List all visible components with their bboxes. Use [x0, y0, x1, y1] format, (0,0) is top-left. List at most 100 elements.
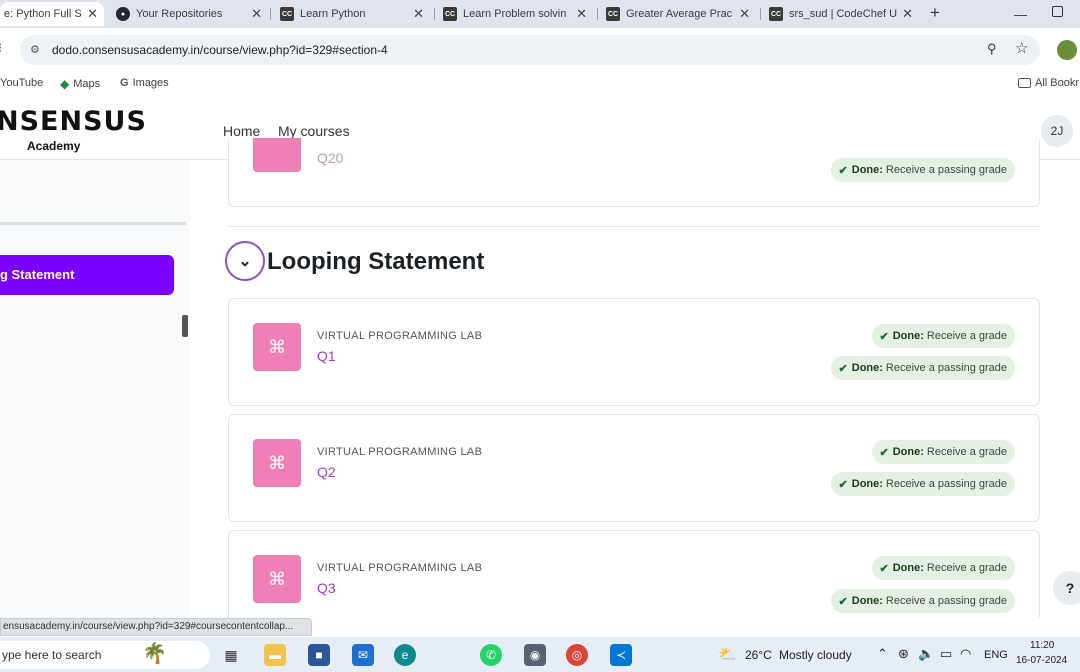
language-indicator[interactable]: ENG [984, 649, 1008, 661]
profile-avatar-icon[interactable] [1057, 40, 1077, 60]
section-title[interactable]: Looping Statement [267, 248, 484, 276]
palm-tree-icon: 🌴 [142, 643, 167, 665]
site-info-icon[interactable]: ⚙ [30, 43, 40, 56]
completion-badge: ✔ Done: Receive a passing grade [830, 158, 1015, 182]
badge-text: Receive a grade [926, 562, 1007, 574]
close-icon[interactable]: ✕ [413, 6, 424, 22]
section-collapse-button[interactable]: ⌄ [225, 241, 265, 281]
tab-your-repositories[interactable]: ● Your Repositories ✕ [116, 2, 268, 26]
bookmark-youtube[interactable]: YouTube [0, 77, 43, 89]
checkmark-icon: ✔ [879, 446, 889, 459]
badge-text: Receive a passing grade [885, 595, 1007, 607]
edge-icon[interactable]: e [394, 644, 416, 666]
tab-separator [434, 8, 435, 20]
checkmark-icon: ✔ [838, 362, 848, 375]
close-icon[interactable]: ✕ [576, 6, 587, 22]
chevron-up-icon[interactable]: ⌃ [877, 646, 888, 662]
camera-icon[interactable]: ◉ [524, 644, 546, 666]
activity-name[interactable]: Q3 [317, 580, 336, 596]
file-explorer-icon[interactable]: ▬ [264, 644, 286, 666]
tab-separator [270, 8, 271, 20]
badge-text: Receive a passing grade [885, 478, 1007, 490]
close-icon[interactable]: ✕ [739, 6, 750, 22]
site-logo[interactable]: NSENSUS [0, 106, 147, 137]
section-divider [228, 226, 1040, 227]
completion-badge: ✔ Done: Receive a grade [871, 556, 1015, 580]
reload-icon[interactable]: ⁝ [0, 40, 2, 56]
network-icon[interactable]: ⊛ [898, 646, 909, 662]
taskbar-search-input[interactable]: ype here to search [0, 641, 210, 669]
store-icon[interactable]: ■ [308, 644, 330, 666]
user-avatar[interactable]: 2J [1041, 115, 1073, 147]
all-bookmarks[interactable]: All Bookr [1018, 77, 1079, 89]
mail-icon[interactable]: ✉ [352, 644, 374, 666]
drawer-item-looping-statement[interactable]: g Statement [0, 255, 174, 295]
task-view-icon[interactable]: ▦ [220, 644, 242, 666]
close-icon[interactable]: ✕ [87, 6, 98, 22]
tab-codechef-srs-sud[interactable]: CC srs_sud | CodeChef U ✕ [769, 2, 919, 26]
bookmark-label: Maps [73, 78, 101, 90]
folder-icon [1018, 78, 1031, 88]
clock-time[interactable]: 11:20 [1030, 640, 1054, 651]
vpl-icon[interactable]: ⌘ [253, 439, 301, 487]
vscode-icon[interactable]: ≺ [610, 644, 632, 666]
tab-separator [597, 8, 598, 20]
weather-description[interactable]: Mostly cloudy [779, 648, 852, 662]
activity-type: VIRTUAL PROGRAMMING LAB [317, 446, 483, 458]
battery-icon[interactable]: ▭ [940, 646, 952, 662]
tab-learn-problem-solving[interactable]: CC Learn Problem solvin ✕ [443, 2, 593, 26]
activity-icon[interactable] [253, 138, 301, 172]
restore-window-icon[interactable] [1052, 6, 1063, 17]
badge-done-label: Done: [892, 330, 924, 342]
volume-icon[interactable]: 🔈 [918, 646, 934, 662]
badge-text: Receive a grade [926, 446, 1007, 458]
tab-greater-average[interactable]: CC Greater Average Prac ✕ [606, 2, 756, 26]
vpl-icon[interactable]: ⌘ [253, 555, 301, 603]
activity-type: VIRTUAL PROGRAMMING LAB [317, 330, 483, 342]
completion-badge: ✔ Done: Receive a passing grade [830, 356, 1015, 380]
zoom-icon[interactable]: ⚲ [987, 41, 997, 57]
checkmark-icon: ✔ [838, 595, 848, 608]
activity-card: ⌘ VIRTUAL PROGRAMMING LAB Q3 ✔ Done: Rec… [228, 530, 1040, 618]
completion-badge: ✔ Done: Receive a grade [871, 324, 1015, 348]
github-icon: ● [116, 7, 130, 21]
activity-name[interactable]: Q20 [317, 150, 343, 166]
bookmark-maps[interactable]: ◆ Maps [60, 77, 100, 91]
checkmark-icon: ✔ [838, 164, 848, 177]
checkmark-icon: ✔ [879, 330, 889, 343]
tab-title: Learn Problem solvin [463, 8, 567, 20]
tab-python-full[interactable]: e: Python Full S ✕ [0, 2, 104, 26]
help-button[interactable]: ? [1053, 571, 1080, 605]
vpl-icon[interactable]: ⌘ [253, 323, 301, 371]
nav-home[interactable]: Home [223, 123, 260, 139]
weather-temp[interactable]: 26°C [745, 648, 772, 662]
tab-learn-python[interactable]: CC Learn Python ✕ [280, 2, 430, 26]
omnibox[interactable]: ⚙ dodo.consensusacademy.in/course/view.p… [20, 35, 1040, 65]
activity-card: ⌘ VIRTUAL PROGRAMMING LAB Q2 ✔ Done: Rec… [228, 414, 1040, 522]
activity-name[interactable]: Q1 [317, 348, 336, 364]
url-text[interactable]: dodo.consensusacademy.in/course/view.php… [52, 43, 388, 57]
bookmark-label: Images [132, 77, 169, 89]
badge-done-label: Done: [851, 164, 883, 176]
wifi-icon[interactable]: ◠ [960, 646, 971, 662]
chrome-icon[interactable]: ◎ [566, 644, 588, 666]
close-icon[interactable]: ✕ [902, 6, 913, 22]
drawer-scrollbar[interactable] [182, 315, 188, 337]
close-icon[interactable]: ✕ [251, 6, 262, 22]
weather-cloud-icon[interactable]: ⛅ [718, 645, 737, 663]
address-bar-row: ⁝ ⚙ dodo.consensusacademy.in/course/view… [0, 28, 1080, 72]
tab-title: e: Python Full S [4, 8, 82, 20]
bookmark-images[interactable]: G Images [120, 77, 169, 89]
nav-my-courses[interactable]: My courses [278, 123, 350, 139]
tab-title: Your Repositories [136, 8, 223, 20]
new-tab-button[interactable]: + [930, 3, 940, 23]
clock-date[interactable]: 16-07-2024 [1016, 655, 1067, 666]
badge-text: Receive a passing grade [885, 164, 1007, 176]
badge-done-label: Done: [892, 562, 924, 574]
minimize-icon[interactable]: — [1014, 7, 1027, 22]
badge-done-label: Done: [851, 595, 883, 607]
activity-name[interactable]: Q2 [317, 464, 336, 480]
whatsapp-icon[interactable]: ✆ [480, 644, 502, 666]
bookmark-star-icon[interactable]: ☆ [1015, 39, 1028, 57]
completion-badge: ✔ Done: Receive a grade [871, 440, 1015, 464]
